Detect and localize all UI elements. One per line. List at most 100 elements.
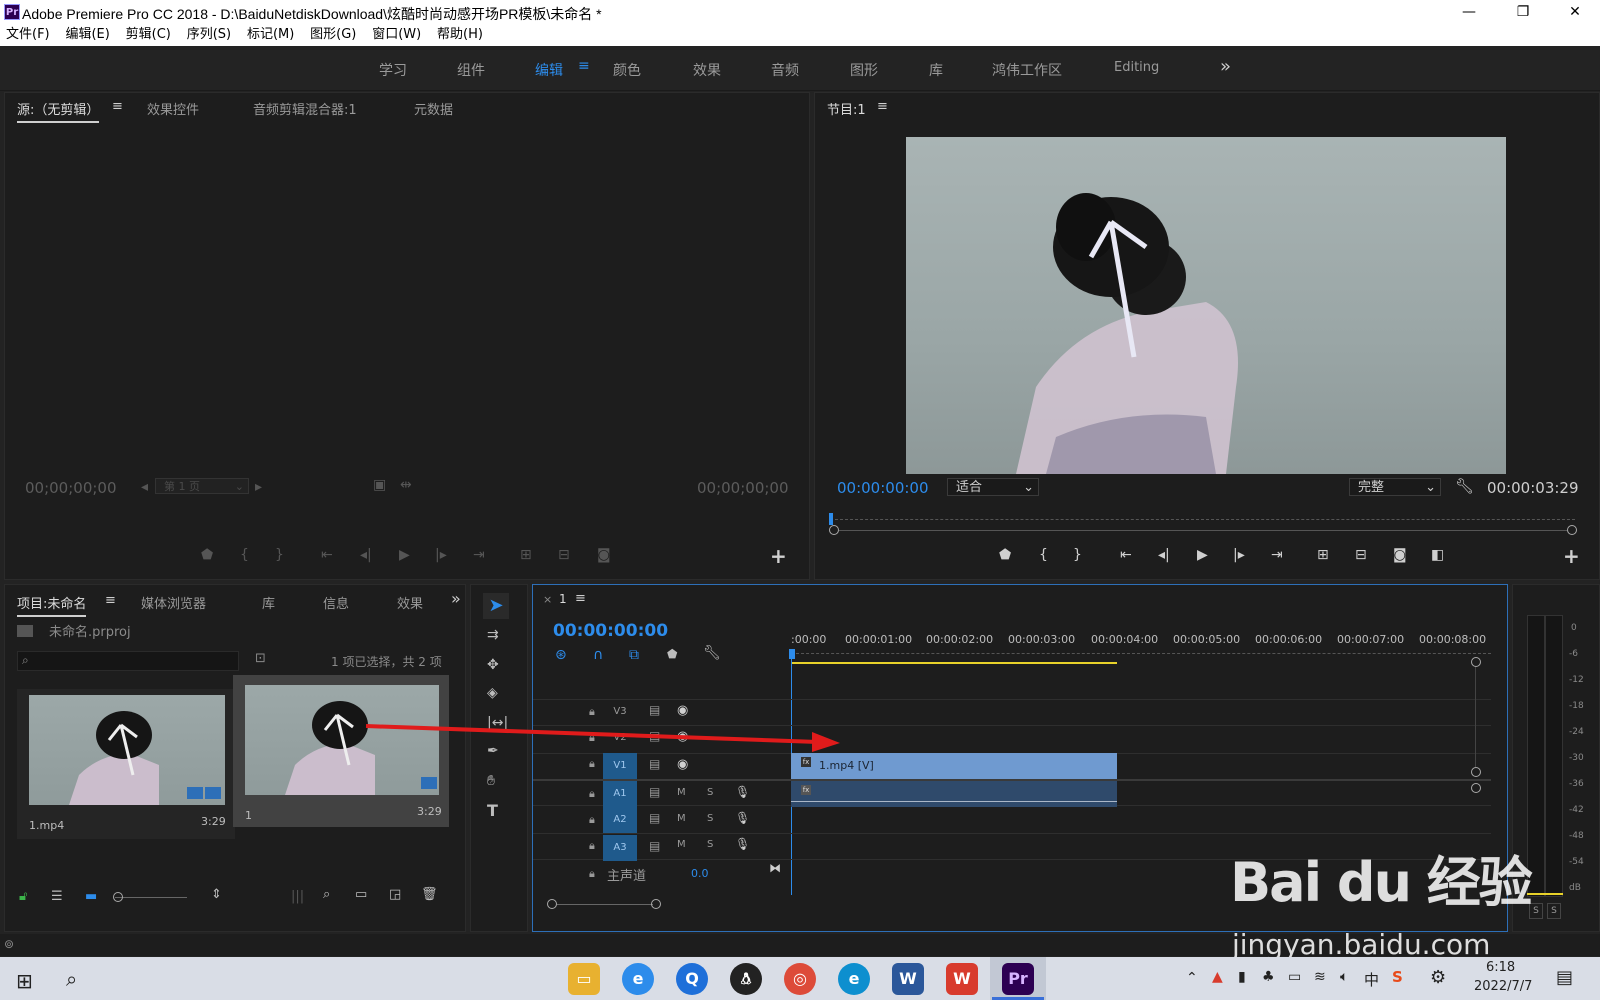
solo-left-button[interactable]: S <box>1529 903 1543 919</box>
taskbar-time[interactable]: 6:18 <box>1486 960 1515 975</box>
step-forward-icon[interactable]: |▸ <box>1233 547 1245 563</box>
source-timecode-current[interactable]: 00;00;00;00 <box>25 479 117 497</box>
tray-qq-icon[interactable]: ♣ <box>1262 969 1275 985</box>
mark-out-icon[interactable]: } <box>275 547 284 563</box>
horizontal-scrollbar[interactable] <box>557 904 653 905</box>
step-forward-icon[interactable]: |▸ <box>435 547 447 563</box>
restore-button[interactable]: ❐ <box>1500 0 1546 24</box>
taskbar-search-icon[interactable]: ⌕ <box>66 967 77 991</box>
go-to-out-icon[interactable]: ⇥ <box>1271 547 1283 563</box>
drag-video-icon[interactable]: ⇹ <box>400 477 412 493</box>
go-to-in-icon[interactable]: ⇤ <box>1120 547 1132 563</box>
track-label-v1[interactable]: V1 <box>603 753 637 779</box>
add-marker-icon[interactable]: ⬟ <box>999 547 1011 563</box>
track-label-a3[interactable]: A3 <box>603 835 637 861</box>
prev-page-icon[interactable]: ◂ <box>141 479 148 495</box>
vertical-zoom-handle[interactable] <box>1471 767 1481 777</box>
video-clip[interactable]: fx 1.mp4 [V] <box>791 753 1117 779</box>
sync-lock-icon[interactable]: ▤ <box>649 757 660 771</box>
go-to-out-icon[interactable]: ⇥ <box>473 547 485 563</box>
vertical-scrollbar[interactable] <box>1475 667 1476 767</box>
microphone-icon[interactable]: 🎙︎ <box>735 837 750 851</box>
mark-in-icon[interactable]: { <box>240 547 249 563</box>
menu-clip[interactable]: 剪辑(C) <box>120 24 177 46</box>
sync-lock-icon[interactable]: ▤ <box>649 811 660 825</box>
mute-button[interactable]: M <box>677 813 686 824</box>
source-panel-menu-icon[interactable]: ≡ <box>112 99 123 114</box>
sync-lock-icon[interactable]: ▤ <box>649 839 660 853</box>
tray-ime[interactable]: 中 <box>1364 969 1379 990</box>
microphone-icon[interactable]: 🎙︎ <box>735 811 750 825</box>
track-eye-icon[interactable]: ◉ <box>677 757 688 772</box>
selection-tool-icon[interactable]: ➤ <box>483 593 509 619</box>
ripple-edit-tool-icon[interactable]: ✥ <box>487 657 499 673</box>
close-tab-icon[interactable]: × <box>543 593 552 606</box>
program-timecode-current[interactable]: 00:00:00:00 <box>837 479 929 497</box>
razor-tool-icon[interactable]: ◈ <box>487 685 498 701</box>
menu-window[interactable]: 窗口(W) <box>366 24 427 46</box>
automate-to-sequence-icon[interactable]: ||| <box>291 889 304 904</box>
linked-selection-icon[interactable]: ⧉ <box>629 647 639 663</box>
step-back-icon[interactable]: ◂| <box>360 547 372 563</box>
word-icon[interactable]: W <box>892 963 924 995</box>
sync-lock-icon[interactable]: ▤ <box>649 785 660 799</box>
export-frame-icon[interactable]: ▣ <box>373 477 386 493</box>
program-playhead[interactable] <box>829 513 833 525</box>
go-to-in-icon[interactable]: ⇤ <box>321 547 333 563</box>
extract-icon[interactable]: ⊟ <box>1355 547 1367 563</box>
comparison-view-icon[interactable]: ◧ <box>1431 547 1444 563</box>
track-lock-icon[interactable]: 🔒︎ <box>589 787 595 801</box>
find-icon[interactable]: ⌕ <box>323 887 330 902</box>
trash-icon[interactable]: 🗑︎ <box>421 887 438 902</box>
play-icon[interactable]: ▶ <box>399 547 410 563</box>
solo-button[interactable]: S <box>707 839 713 850</box>
tab-effect-controls[interactable]: 效果控件 <box>147 99 199 118</box>
new-item-icon[interactable]: ◲ <box>389 887 401 902</box>
list-view-icon[interactable]: ☰ <box>51 889 63 904</box>
workspace-libraries[interactable]: 库 <box>929 60 943 80</box>
workspace-learn[interactable]: 学习 <box>379 60 407 80</box>
timeline-panel-menu-icon[interactable]: ≡ <box>575 591 586 606</box>
close-button[interactable]: ✕ <box>1552 0 1598 24</box>
nest-toggle-icon[interactable]: ⊛ <box>555 647 567 663</box>
ie-browser-icon[interactable]: e <box>622 963 654 995</box>
audio-clip[interactable]: fx <box>791 781 1117 807</box>
timeline-playhead-handle[interactable] <box>789 649 795 659</box>
track-lock-icon[interactable]: 🔒︎ <box>589 757 595 771</box>
time-ruler[interactable] <box>791 653 1491 654</box>
zoom-select[interactable]: 适合 ⌄ <box>947 478 1039 496</box>
wps-icon[interactable]: W <box>946 963 978 995</box>
snap-icon[interactable]: ∩ <box>593 647 603 663</box>
lift-icon[interactable]: ⊞ <box>1317 547 1329 563</box>
mark-in-icon[interactable]: { <box>1039 547 1048 563</box>
add-button-icon[interactable]: + <box>770 544 787 568</box>
project-search-input[interactable]: ⌕ <box>17 651 239 671</box>
program-time-ruler[interactable] <box>835 519 1575 520</box>
track-label-a2[interactable]: A2 <box>603 807 637 833</box>
tray-battery-icon[interactable]: ▭ <box>1288 969 1301 985</box>
timeline-settings-icon[interactable]: 🔧︎ <box>703 645 721 661</box>
tab-media-browser[interactable]: 媒体浏览器 <box>141 593 206 612</box>
mark-out-icon[interactable]: } <box>1073 547 1082 563</box>
vertical-zoom-handle[interactable] <box>1471 657 1481 667</box>
track-select-tool-icon[interactable]: ⇉ <box>487 627 499 643</box>
microphone-icon[interactable]: 🎙︎ <box>735 785 750 799</box>
workspace-custom[interactable]: 鸿伟工作区 <box>992 60 1062 80</box>
tab-metadata[interactable]: 元数据 <box>414 99 453 118</box>
solo-button[interactable]: S <box>707 813 713 824</box>
project-panel-menu-icon[interactable]: ≡ <box>105 593 116 608</box>
mute-button[interactable]: M <box>677 839 686 850</box>
tray-chevron-up-icon[interactable]: ⌃ <box>1186 970 1198 986</box>
workspace-color[interactable]: 颜色 <box>613 60 641 80</box>
camera-icon[interactable]: ◙ <box>597 547 611 563</box>
program-panel-menu-icon[interactable]: ≡ <box>877 99 888 114</box>
tab-project[interactable]: 项目:未命名 <box>17 593 87 617</box>
tray-settings-icon[interactable]: ⚙︎ <box>1430 967 1446 988</box>
menu-help[interactable]: 帮助(H) <box>431 24 489 46</box>
tab-info[interactable]: 信息 <box>323 593 349 612</box>
hand-tool-icon[interactable]: ✋︎ <box>487 773 495 789</box>
tray-sogou-icon[interactable]: S <box>1392 968 1403 986</box>
new-bin-icon[interactable]: ▭ <box>355 887 367 902</box>
notification-icon[interactable]: ▤ <box>1556 967 1573 988</box>
tab-effects[interactable]: 效果 <box>397 593 423 612</box>
